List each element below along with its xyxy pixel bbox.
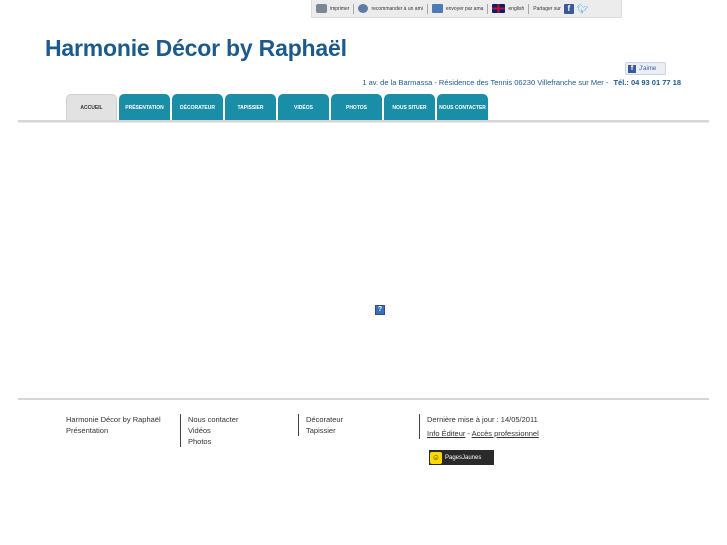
twitter-icon[interactable]: 🐦︎	[577, 4, 588, 14]
top-toolbar: imprimer recommander à un ami envoyer pa…	[311, 0, 622, 18]
toolbar-divider	[528, 3, 530, 14]
recommend-button[interactable]: recommander à un ami	[358, 4, 423, 13]
email-button[interactable]: envoyer par ama	[431, 4, 484, 13]
recommend-icon	[358, 4, 369, 13]
tab-photos[interactable]: Photos	[331, 94, 382, 121]
pagesjaunes-label: PagesJaunes	[445, 454, 482, 461]
tab-presentation[interactable]: Présentation	[119, 94, 170, 121]
toolbar-divider	[426, 3, 428, 14]
footer-link-videos[interactable]: Vidéos	[188, 425, 238, 436]
site-title[interactable]: Harmonie Décor by Raphaël	[45, 35, 347, 62]
tab-tapissier[interactable]: Tapissier	[225, 94, 276, 121]
facebook-icon: f	[628, 64, 636, 73]
tab-nous-situer[interactable]: Nous situer	[384, 94, 435, 121]
share-label: Partager sur	[533, 5, 561, 12]
english-link[interactable]: english	[492, 4, 524, 13]
address-line: 1 av. de la Barmassa - Résidence des Ten…	[362, 78, 681, 87]
footer-column-1: Harmonie Décor by Raphaël Présentation	[66, 414, 161, 436]
last-updated: Dernière mise à jour : 14/05/2011	[427, 415, 538, 424]
footer-column-2: Nous contacter Vidéos Photos	[180, 414, 238, 447]
footer-link-decorateur[interactable]: Décorateur	[306, 414, 343, 425]
phone-number: Tél.: 04 93 01 77 18	[613, 78, 681, 87]
footer-divider	[18, 398, 709, 400]
footer-link-photos[interactable]: Photos	[188, 436, 238, 447]
tab-decorateur[interactable]: Décorateur	[172, 94, 223, 121]
missing-plugin-icon[interactable]: ?	[375, 305, 385, 315]
recommend-label: recommander à un ami	[371, 5, 423, 12]
share-group: Partager sur f 🐦︎	[533, 3, 588, 14]
facebook-icon[interactable]: f	[563, 3, 574, 14]
footer-column-4: Dernière mise à jour : 14/05/2011 Info É…	[419, 414, 539, 439]
tab-accueil[interactable]: Accueil	[66, 94, 117, 121]
print-label: imprimer	[330, 5, 350, 12]
pagesjaunes-badge[interactable]: ☺ PagesJaunes	[429, 450, 494, 465]
footer-link-presentation[interactable]: Présentation	[66, 425, 161, 436]
english-label: english	[508, 5, 525, 12]
tab-videos[interactable]: Vidéos	[278, 94, 329, 121]
printer-icon	[316, 4, 327, 13]
acces-pro-link[interactable]: Accès professionnel	[472, 429, 539, 438]
facebook-like-button[interactable]: f J'aime	[625, 62, 666, 75]
info-editeur-link[interactable]: Info Éditeur	[427, 429, 465, 438]
address-text: 1 av. de la Barmassa - Résidence des Ten…	[362, 78, 609, 87]
footer-link-tapissier[interactable]: Tapissier	[306, 425, 343, 436]
pagesjaunes-icon: ☺	[430, 451, 442, 464]
footer-legal-links: Info Éditeur - Accès professionnel	[427, 428, 539, 439]
like-label: J'aime	[639, 65, 657, 72]
footer-link-home[interactable]: Harmonie Décor by Raphaël	[66, 414, 161, 425]
print-button[interactable]: imprimer	[316, 4, 349, 13]
toolbar-divider	[487, 3, 489, 14]
main-nav: Accueil Présentation Décorateur Tapissie…	[66, 94, 488, 121]
header-divider	[18, 120, 709, 123]
toolbar-divider	[353, 3, 355, 14]
footer-link-contact[interactable]: Nous contacter	[188, 414, 238, 425]
uk-flag-icon	[492, 4, 506, 13]
email-icon	[431, 4, 443, 13]
email-label: envoyer par ama	[445, 5, 484, 12]
footer-column-3: Décorateur Tapissier	[298, 414, 343, 436]
tab-nous-contacter[interactable]: Nous contacter	[437, 94, 488, 121]
